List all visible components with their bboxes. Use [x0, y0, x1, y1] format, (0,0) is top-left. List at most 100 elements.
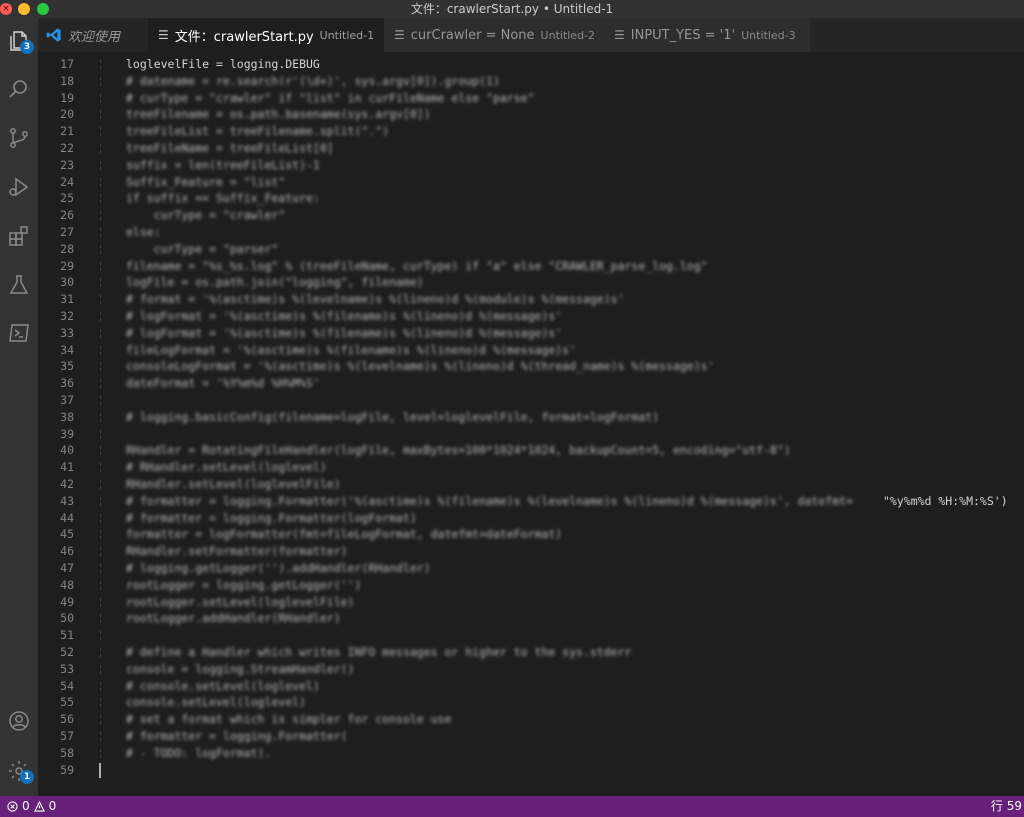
indent-guide — [100, 732, 102, 741]
code-line[interactable]: 52 # define a Handler which writes INFO m… — [38, 644, 1024, 661]
line-number: 50 — [60, 611, 74, 626]
source-control-button[interactable] — [4, 123, 34, 153]
code-line[interactable]: 40 RHandler = RotatingFileHandler(logFile… — [38, 442, 1024, 459]
line-number: 52 — [60, 645, 74, 659]
code-line[interactable]: 34 fileLogFormat = '%(asctime)s %(filenam… — [38, 342, 1024, 359]
code-line[interactable]: 33 # logFormat = '%(asctime)s %(filename)… — [38, 325, 1024, 342]
indent-guide — [100, 76, 102, 86]
indent-guide — [100, 328, 102, 338]
code-line[interactable]: 55 console.setLevel(loglevel) — [38, 694, 1024, 711]
code-line[interactable]: 37 — [38, 392, 1024, 409]
code-line[interactable]: 48 rootLogger = logging.getLogger('') — [38, 577, 1024, 594]
code-text: else: — [126, 225, 161, 239]
code-line[interactable]: 36 dateFormat = '%Y%m%d %H%M%S' — [38, 375, 1024, 392]
code-text: rootLogger.setLevel(loglevelFile) — [126, 594, 355, 609]
line-number: 21 — [60, 124, 74, 139]
code-line[interactable]: 23 suffix = len(treeFileList)-1 — [38, 157, 1024, 174]
code-line[interactable]: 19 # curType = "crawler" if "list" in cur… — [38, 90, 1024, 107]
line-number: 17 — [60, 57, 74, 71]
close-window-button[interactable]: × — [0, 3, 12, 15]
line-number: 34 — [60, 342, 74, 357]
indent-guide — [100, 345, 102, 355]
code-line[interactable]: 57 # formatter = logging.Formatter( — [38, 728, 1024, 745]
tab-label: INPUT_YES = '1' — [630, 27, 736, 43]
file-icon: ☰ — [394, 28, 405, 42]
search-button[interactable] — [4, 74, 34, 104]
settings-badge: 1 — [20, 770, 34, 784]
tab-curcrawler[interactable]: ☰ curCrawler = None Untitled-2 — [384, 18, 604, 52]
line-number: 54 — [60, 678, 74, 693]
indent-guide — [100, 244, 102, 254]
problems-indicator[interactable]: 0 0 — [7, 796, 56, 817]
explorer-badge: 3 — [20, 40, 34, 54]
tab-welcome[interactable]: 欢迎使用 — [38, 18, 148, 52]
search-icon — [9, 80, 27, 98]
code-line[interactable]: 26 curType = "crawler" — [38, 207, 1024, 224]
line-number: 57 — [60, 729, 74, 743]
minimize-window-button[interactable] — [18, 3, 30, 15]
indent-guide — [100, 60, 102, 69]
code-line[interactable]: 28 curType = "parser" — [38, 241, 1024, 258]
code-line[interactable]: 50 rootLogger.addHandler(RHandler) — [38, 610, 1024, 627]
code-line[interactable]: 38 # logging.basicConfig(filename=logFile… — [38, 409, 1024, 426]
code-line[interactable]: 17 loglevelFile = logging.DEBUG — [38, 56, 1024, 73]
code-line[interactable]: 29 filename = "%s_%s.log" % (treeFileName… — [38, 258, 1024, 275]
line-number: 49 — [60, 594, 74, 609]
code-line[interactable]: 20 treeFilename = os.path.basename(sys.ar… — [38, 106, 1024, 123]
code-line[interactable]: 51 — [38, 627, 1024, 644]
code-line[interactable]: 32 # logFormat = '%(asctime)s %(filename)… — [38, 308, 1024, 325]
code-line[interactable]: 31 # format = '%(asctime)s %(levelname)s … — [38, 291, 1024, 308]
cursor-position[interactable]: 行 59 — [991, 796, 1022, 817]
code-line[interactable]: 58 # - TODO: logFormat). — [38, 745, 1024, 762]
tab-description: Untitled-1 — [319, 28, 375, 42]
code-line[interactable]: 25 if suffix == Suffix_Feature: — [38, 190, 1024, 207]
maximize-window-button[interactable] — [37, 3, 49, 15]
code-line[interactable]: 41 # RHandler.setLevel(loglevel) — [38, 459, 1024, 476]
indent-guide — [100, 597, 102, 607]
title-bar: × 文件：crawlerStart.py • Untitled-1 — [0, 0, 1024, 18]
tab-crawlerstart[interactable]: ☰ 文件：crawlerStart.py Untitled-1 — [148, 18, 384, 52]
settings-button[interactable]: 1 — [4, 756, 34, 786]
code-line[interactable]: 27 else: — [38, 224, 1024, 241]
code-line[interactable]: 39 — [38, 426, 1024, 443]
line-number: 27 — [60, 225, 74, 239]
code-line[interactable]: 43 # formatter = logging.Formatter('%(asc… — [38, 493, 1024, 510]
run-debug-button[interactable] — [4, 172, 34, 202]
code-text-suffix: "%y%m%d %H:%M:%S') — [883, 493, 1008, 508]
indent-guide — [100, 530, 102, 540]
tab-description: Untitled-3 — [741, 28, 796, 42]
code-line[interactable]: 24 Suffix_Feature = "list" — [38, 174, 1024, 191]
testing-button[interactable] — [4, 270, 34, 300]
code-line[interactable]: 45 formatter = logFormatter(fmt=fileLogFo… — [38, 526, 1024, 543]
window-title: 文件：crawlerStart.py • Untitled-1 — [410, 2, 614, 16]
code-line[interactable]: 22 treeFileName = treeFileList[0] — [38, 140, 1024, 157]
code-line[interactable]: 47 # logging.getLogger('').addHandler(RHa… — [38, 560, 1024, 577]
indent-guide — [100, 513, 102, 523]
code-line[interactable]: 49 rootLogger.setLevel(loglevelFile) — [38, 594, 1024, 611]
indent-guide — [100, 429, 102, 439]
code-line[interactable]: 44 # formatter = logging.Formatter(logFor… — [38, 510, 1024, 527]
code-line[interactable]: 54 # console.setLevel(loglevel) — [38, 678, 1024, 695]
indent-guide — [100, 379, 102, 389]
code-line[interactable]: 42 RHandler.setLevel(loglevelFile) — [38, 476, 1024, 493]
terminal-button[interactable] — [4, 318, 34, 348]
code-line[interactable]: 46 RHandler.setFormatter(formatter) — [38, 543, 1024, 560]
code-text: filename = "%s_%s.log" % (treeFileName, … — [126, 258, 708, 273]
line-number: 48 — [60, 577, 74, 592]
code-text: loglevelFile = logging.DEBUG — [126, 57, 320, 71]
code-line[interactable]: 18 # datename = re.search(r'(\d+)', sys.a… — [38, 73, 1024, 90]
code-line[interactable]: 56 # set a format which is simpler for co… — [38, 711, 1024, 728]
indent-guide — [100, 144, 102, 153]
code-line[interactable]: 21 treeFileList = treeFilename.split(".") — [38, 123, 1024, 140]
explorer-button[interactable]: 3 — [4, 26, 34, 56]
code-line[interactable]: 35 consoleLogFormat = '%(asctime)s %(leve… — [38, 358, 1024, 375]
tab-input-yes[interactable]: ☰ INPUT_YES = '1' Untitled-3 — [604, 18, 810, 52]
code-line[interactable]: 59 — [38, 762, 1024, 779]
code-text: # set a format which is simpler for cons… — [126, 712, 452, 727]
extensions-button[interactable] — [4, 221, 34, 251]
code-text: treeFilename = os.path.basename(sys.argv… — [126, 107, 431, 122]
account-button[interactable] — [4, 706, 34, 736]
code-line[interactable]: 53 console = logging.StreamHandler() — [38, 661, 1024, 678]
code-editor[interactable]: 17 loglevelFile = logging.DEBUG 18 # datena… — [38, 52, 1024, 796]
code-line[interactable]: 30 logFile = os.path.join("logging", file… — [38, 274, 1024, 291]
